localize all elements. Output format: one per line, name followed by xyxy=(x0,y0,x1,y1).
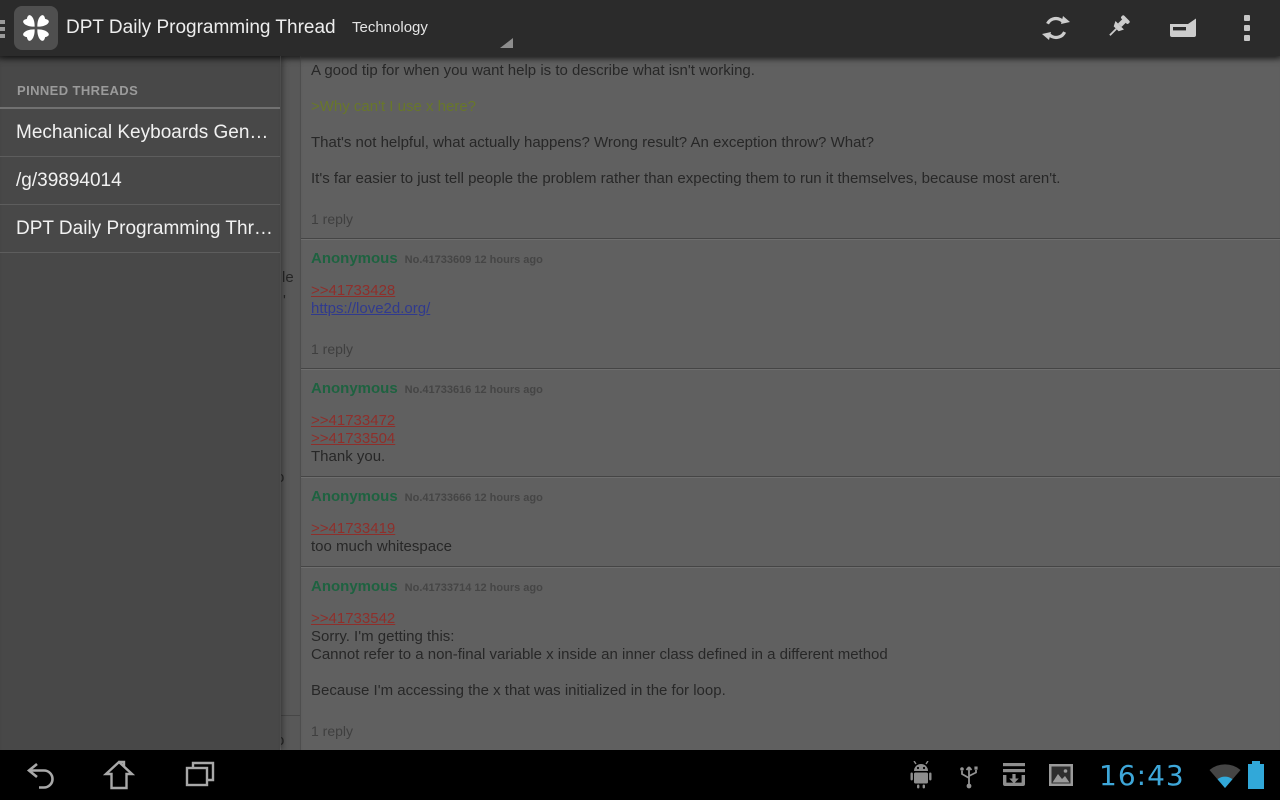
back-button[interactable] xyxy=(24,759,56,791)
page-title: DPT Daily Programming Thread xyxy=(66,0,336,56)
blank-line xyxy=(311,116,1271,134)
pin-icon xyxy=(1104,13,1134,43)
replies-count[interactable]: 1 reply xyxy=(311,210,1271,228)
app-clover-icon[interactable] xyxy=(14,6,58,50)
board-spinner-label: Technology xyxy=(352,0,428,56)
post: A good tip for when you want help is to … xyxy=(301,56,1280,239)
blank-line xyxy=(311,80,1271,98)
post-meta: No.41733609 12 hours ago xyxy=(405,254,543,266)
drawer-item-2[interactable]: DPT Daily Programming Thr… xyxy=(0,205,280,253)
board-spinner[interactable]: Technology xyxy=(338,0,518,56)
post: Anonymous No.41733666 12 hours ago >>41733… xyxy=(301,477,1280,567)
blank-line xyxy=(311,664,1271,682)
replies-count[interactable]: 1 reply xyxy=(311,722,1271,740)
post-body: >>41733428https://love2d.org/ xyxy=(311,282,1271,318)
overflow-menu-button[interactable] xyxy=(1223,4,1271,52)
action-bar: DPT Daily Programming Thread Technology xyxy=(0,0,1280,56)
blank-line xyxy=(311,152,1271,170)
text-fragment: o xyxy=(280,732,284,749)
quote-link[interactable]: >>41733504 xyxy=(311,430,395,447)
post-line: It's far easier to just tell people the … xyxy=(311,170,1271,188)
post-line: Cannot refer to a non-final variable x i… xyxy=(311,646,1271,664)
divider xyxy=(281,715,301,716)
overflow-icon xyxy=(1244,11,1250,45)
post-line: Because I'm accessing the x that was ini… xyxy=(311,682,1271,700)
post-line: Thank you. xyxy=(311,448,1271,466)
drawer-header: PINNED THREADS xyxy=(0,56,280,109)
app-screen: DPT Daily Programming Thread Technology xyxy=(0,0,1280,800)
post-header: Anonymous No.41733714 12 hours ago xyxy=(311,579,1271,596)
quote-link[interactable]: >>41733428 xyxy=(311,282,395,299)
quote-link[interactable]: >>41733542 xyxy=(311,610,395,627)
post-body: >>41733542Sorry. I'm getting this:Cannot… xyxy=(311,610,1271,700)
post-meta: No.41733616 12 hours ago xyxy=(405,384,543,396)
post-line: >>41733504 xyxy=(311,430,1271,448)
drawer-item-1[interactable]: /g/39894014 xyxy=(0,157,280,205)
drawer-item-0[interactable]: Mechanical Keyboards Gen… xyxy=(0,109,280,157)
post-line: >>41733419 xyxy=(311,520,1271,538)
quote-link[interactable]: >>41733472 xyxy=(311,412,395,429)
download-icon xyxy=(1000,761,1028,789)
post-header: Anonymous No.41733609 12 hours ago xyxy=(311,251,1271,268)
home-button[interactable] xyxy=(103,759,135,791)
post-line: too much whitespace xyxy=(311,538,1271,556)
post-header: Anonymous No.41733616 12 hours ago xyxy=(311,381,1271,398)
pinned-threads-drawer: PINNED THREADS Mechanical Keyboards Gen…… xyxy=(0,56,280,750)
post-line: >>41733428 xyxy=(311,282,1271,300)
post: Anonymous No.41733609 12 hours ago >>41733… xyxy=(301,239,1280,369)
status-clock: 16:43 xyxy=(1099,759,1185,792)
greentext-line: >Why can't I use x here? xyxy=(311,98,1271,116)
clover-leaves xyxy=(14,6,58,50)
battery-icon xyxy=(1248,764,1264,789)
post-author: Anonymous xyxy=(311,250,398,267)
reply-icon xyxy=(1168,17,1198,39)
replies-count[interactable]: 1 reply xyxy=(311,340,1271,358)
post-line: Sorry. I'm getting this: xyxy=(311,628,1271,646)
spinner-caret-icon xyxy=(500,38,513,48)
android-debug-icon xyxy=(908,761,934,789)
gallery-icon xyxy=(1048,763,1074,787)
back-icon xyxy=(24,759,56,791)
post-header: Anonymous No.41733666 12 hours ago xyxy=(311,489,1271,506)
quote-link[interactable]: >>41733419 xyxy=(311,520,395,537)
system-nav-bar: 16:43 xyxy=(0,750,1280,800)
pin-button[interactable] xyxy=(1095,4,1143,52)
url-link[interactable]: https://love2d.org/ xyxy=(311,300,430,317)
post: Anonymous No.41733714 12 hours ago >>41733… xyxy=(301,567,1280,750)
dimmed-content-strip: le ' o o xyxy=(280,56,301,750)
drawer-indicator-icon xyxy=(0,20,5,41)
post-line: >>41733472 xyxy=(311,412,1271,430)
post-body: >>41733419too much whitespace xyxy=(311,520,1271,556)
thread-post-list: A good tip for when you want help is to … xyxy=(300,56,1280,750)
refresh-icon xyxy=(1042,14,1070,42)
recents-icon xyxy=(184,759,216,791)
refresh-button[interactable] xyxy=(1032,4,1080,52)
post-author: Anonymous xyxy=(311,488,398,505)
post-line: https://love2d.org/ xyxy=(311,300,1271,318)
usb-icon xyxy=(956,761,982,789)
post-author: Anonymous xyxy=(311,380,398,397)
home-icon xyxy=(103,759,135,791)
text-fragment: o xyxy=(280,469,284,486)
post-meta: No.41733714 12 hours ago xyxy=(405,582,543,594)
post-meta: No.41733666 12 hours ago xyxy=(405,492,543,504)
text-fragment: le xyxy=(282,269,294,286)
reply-button[interactable] xyxy=(1159,4,1207,52)
post-line: A good tip for when you want help is to … xyxy=(311,62,1271,80)
post: Anonymous No.41733616 12 hours ago >>41733… xyxy=(301,369,1280,477)
post-line: >>41733542 xyxy=(311,610,1271,628)
wifi-icon xyxy=(1208,762,1242,789)
post-author: Anonymous xyxy=(311,578,398,595)
recents-button[interactable] xyxy=(184,759,216,791)
post-line: That's not helpful, what actually happen… xyxy=(311,134,1271,152)
post-body: >>41733472>>41733504Thank you. xyxy=(311,412,1271,466)
text-fragment: ' xyxy=(283,292,286,309)
post-body: A good tip for when you want help is to … xyxy=(311,62,1271,188)
